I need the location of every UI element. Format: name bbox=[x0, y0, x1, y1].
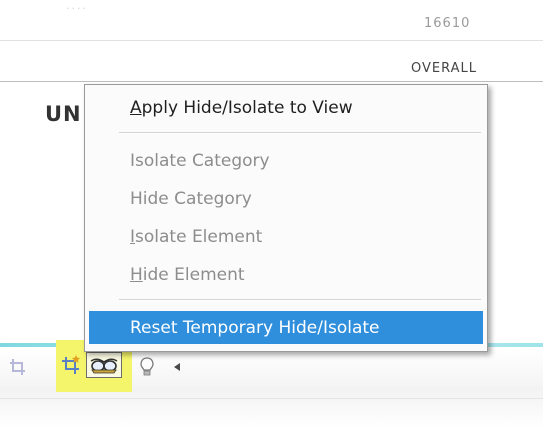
status-bar-divider bbox=[0, 398, 543, 399]
menu-item-accelerator: A bbox=[130, 97, 142, 118]
menu-item-label: solate Element bbox=[135, 226, 263, 247]
menu-item-label: pply Hide/Isolate to View bbox=[141, 97, 353, 118]
temporary-hide-isolate-icon[interactable] bbox=[86, 352, 122, 378]
revit-canvas: ···· 16610 OVERALL UN A pply Hide/Isolat… bbox=[0, 0, 543, 428]
menu-item-apply-hide-isolate-to-view[interactable]: Apply Hide/Isolate to View bbox=[89, 91, 483, 124]
menu-item-accelerator: H bbox=[130, 264, 143, 285]
crop-region-icon[interactable] bbox=[8, 357, 28, 377]
overall-label: OVERALL bbox=[411, 61, 477, 76]
title-block-rule bbox=[0, 40, 543, 41]
faint-drawing-text: ···· bbox=[66, 2, 88, 15]
reveal-hidden-elements-icon[interactable] bbox=[139, 356, 155, 378]
hide-isolate-context-menu: Apply Hide/Isolate to View Isolate Categ… bbox=[84, 84, 488, 352]
partial-sheet-title: UN bbox=[45, 102, 82, 126]
menu-item-isolate-category[interactable]: Isolate Category bbox=[89, 144, 483, 177]
sheet-number: 16610 bbox=[424, 16, 471, 31]
menu-item-label: ide Element bbox=[142, 264, 245, 285]
show-crop-region-icon[interactable] bbox=[61, 354, 81, 376]
menu-item-label: Reset Temporary Hide/Isolate bbox=[130, 317, 380, 338]
view-control-bar-shadow bbox=[0, 388, 543, 428]
scroll-left-arrow-icon[interactable] bbox=[172, 361, 182, 373]
menu-separator bbox=[119, 299, 481, 301]
menu-item-isolate-element[interactable]: Isolate Element bbox=[89, 220, 483, 253]
title-block-rule bbox=[0, 81, 543, 82]
menu-item-label: Isolate Category bbox=[130, 150, 270, 171]
menu-item-hide-element[interactable]: Hide Element bbox=[89, 258, 483, 291]
menu-item-reset-temporary-hide-isolate[interactable]: Reset Temporary Hide/Isolate bbox=[89, 311, 483, 344]
menu-item-label: Hide Category bbox=[130, 188, 252, 209]
menu-item-hide-category[interactable]: Hide Category bbox=[89, 182, 483, 215]
menu-separator bbox=[119, 132, 481, 134]
